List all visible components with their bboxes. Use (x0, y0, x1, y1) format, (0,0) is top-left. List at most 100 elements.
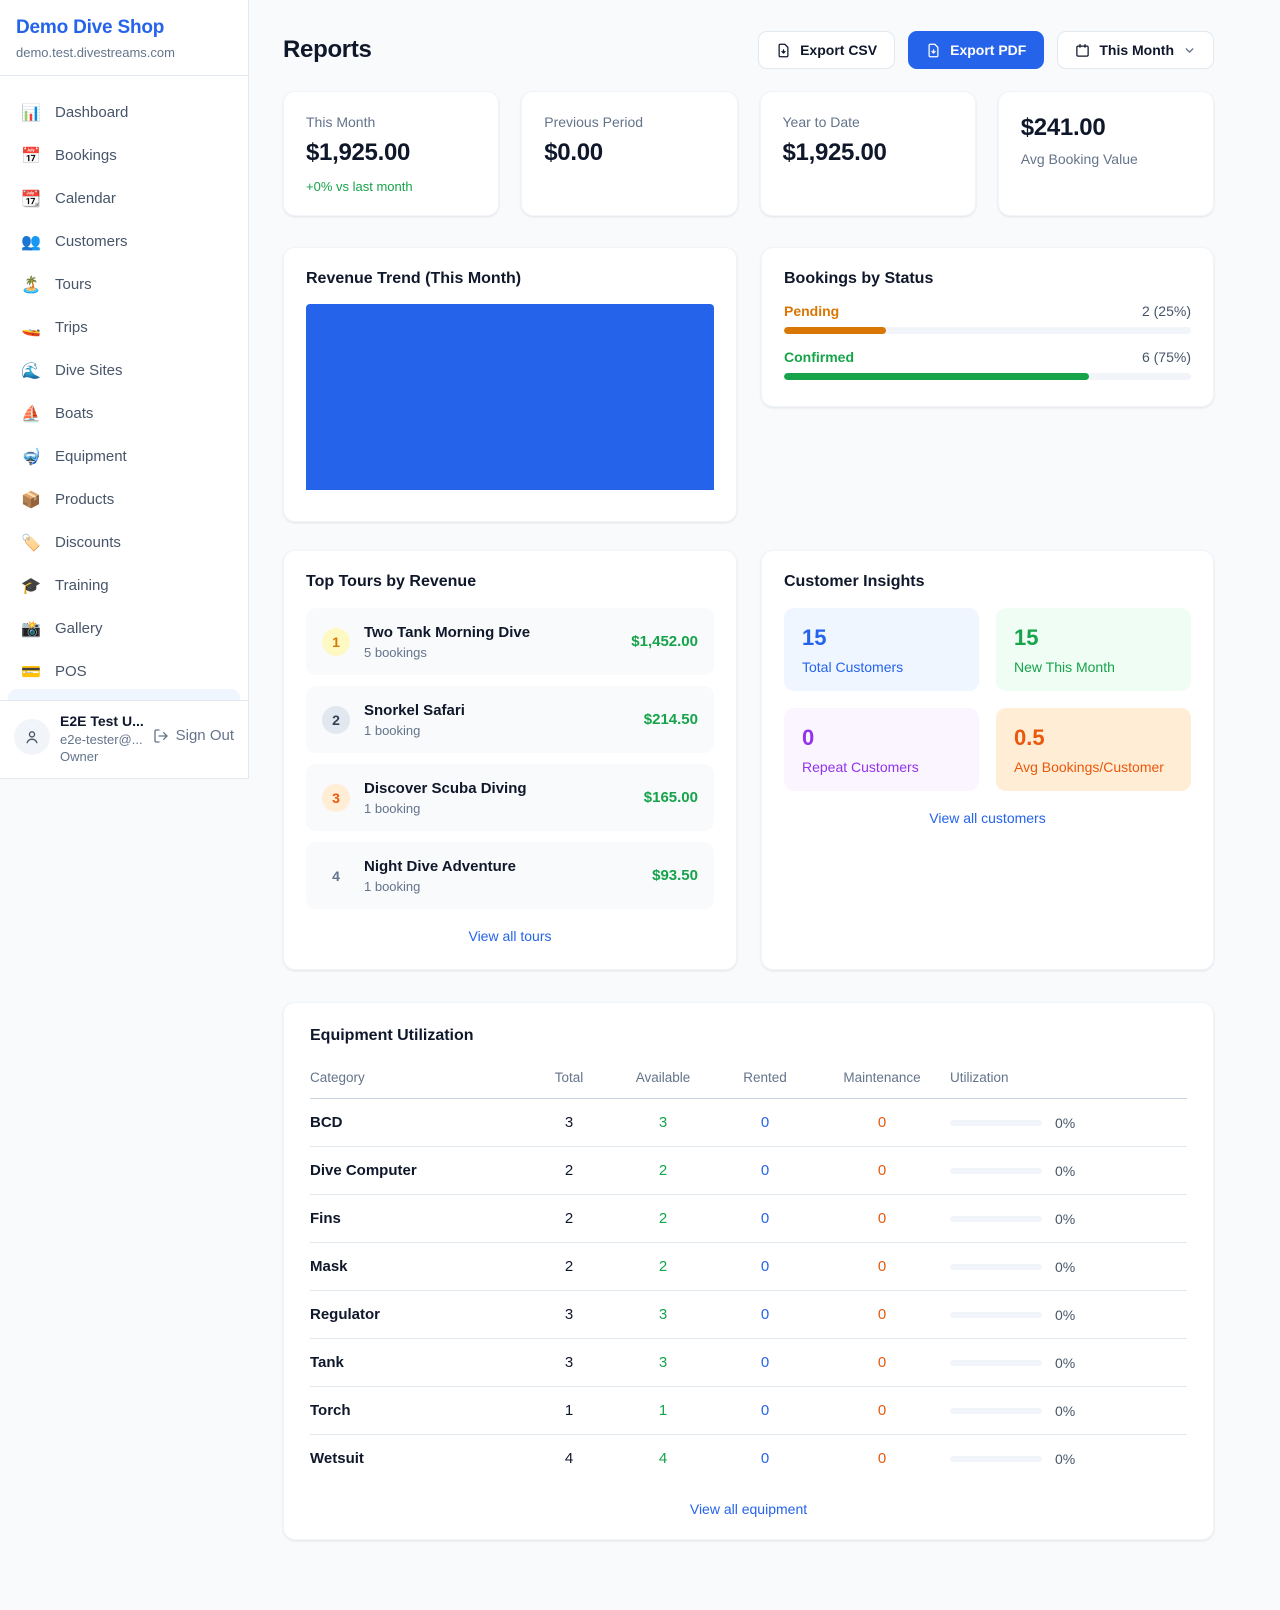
sidebar-item-products[interactable]: 📦Products (8, 478, 240, 521)
sailboat-icon: ⛵ (20, 404, 42, 424)
user-email: e2e-tester@... (60, 732, 143, 747)
sidebar-item-training[interactable]: 🎓Training (8, 564, 240, 607)
stat-value: $241.00 (1021, 114, 1191, 142)
insight-label: New This Month (1014, 659, 1173, 675)
stat-card: Previous Period$0.00 (521, 91, 737, 216)
cell-available: 2 (610, 1243, 716, 1291)
stats-row: This Month$1,925.00+0% vs last monthPrev… (283, 91, 1214, 216)
tour-amount: $165.00 (644, 789, 698, 806)
status-progress-track (784, 327, 1191, 334)
status-count: 6 (75%) (1142, 349, 1191, 365)
table-row: BCD33000% (310, 1099, 1187, 1147)
user-section: E2E Test U... e2e-tester@... Owner Sign … (0, 700, 248, 778)
cell-utilization: 0% (950, 1435, 1187, 1483)
utilization-bar-track (950, 1360, 1042, 1366)
sidebar-item-gallery[interactable]: 📸 Gallery (8, 607, 240, 650)
status-row: Pending2 (25%) (784, 303, 1191, 334)
table-row: Regulator33000% (310, 1291, 1187, 1339)
utilization-bar-track (950, 1312, 1042, 1318)
insight-tile: 0Repeat Customers (784, 708, 979, 791)
sidebar-item-label: Gallery (55, 620, 103, 637)
cell-total: 2 (528, 1195, 610, 1243)
calendar-icon (1075, 43, 1090, 58)
sidebar-item-label: Products (55, 491, 114, 508)
cell-maintenance: 0 (814, 1147, 950, 1195)
rank-badge: 2 (322, 706, 350, 734)
sidebar-item-label: Customers (55, 233, 128, 250)
sidebar-item-tours[interactable]: 🏝️Tours (8, 263, 240, 306)
sign-out-button[interactable]: Sign Out (153, 727, 234, 744)
credit-card-icon: 💳 (20, 662, 42, 682)
graduation-cap-icon: 🎓 (20, 576, 42, 596)
insight-grid: 15Total Customers15New This Month0Repeat… (784, 608, 1191, 791)
sign-out-label: Sign Out (176, 727, 234, 744)
cell-utilization: 0% (950, 1339, 1187, 1387)
view-all-tours-link[interactable]: View all tours (306, 928, 714, 944)
tour-amount: $214.50 (644, 711, 698, 728)
calendar-date-icon: 📅 (20, 146, 42, 166)
cell-maintenance: 0 (814, 1435, 950, 1483)
sidebar-item-active-partial[interactable] (8, 689, 240, 700)
sidebar-item-pos[interactable]: 💳POS (8, 650, 240, 689)
cell-total: 3 (528, 1099, 610, 1147)
user-name: E2E Test U... (60, 713, 143, 729)
view-all-equipment-link[interactable]: View all equipment (310, 1501, 1187, 1517)
cell-available: 3 (610, 1339, 716, 1387)
sidebar-item-boats[interactable]: ⛵Boats (8, 392, 240, 435)
user-role: Owner (60, 749, 143, 764)
sidebar-item-customers[interactable]: 👥Customers (8, 220, 240, 263)
tear-off-calendar-icon: 📆 (20, 189, 42, 209)
period-dropdown[interactable]: This Month (1057, 31, 1214, 69)
diving-mask-icon: 🤿 (20, 447, 42, 467)
tour-list-item: 4Night Dive Adventure1 booking$93.50 (306, 842, 714, 909)
cell-utilization: 0% (950, 1195, 1187, 1243)
table-row: Mask22000% (310, 1243, 1187, 1291)
export-csv-button[interactable]: Export CSV (758, 31, 895, 69)
stat-label: Avg Booking Value (1021, 151, 1191, 167)
cell-utilization: 0% (950, 1147, 1187, 1195)
tour-list-item: 3Discover Scuba Diving1 booking$165.00 (306, 764, 714, 831)
sidebar-item-bookings[interactable]: 📅Bookings (8, 134, 240, 177)
cell-rented: 0 (716, 1435, 814, 1483)
brand-name[interactable]: Demo Dive Shop (16, 17, 232, 39)
utilization-percent: 0% (1055, 1163, 1075, 1179)
column-header: Total (528, 1061, 610, 1099)
utilization-bar-track (950, 1168, 1042, 1174)
sidebar-item-discounts[interactable]: 🏷️Discounts (8, 521, 240, 564)
stat-value: $1,925.00 (783, 139, 953, 167)
tour-name: Discover Scuba Diving (364, 780, 630, 797)
customer-insights-title: Customer Insights (784, 573, 1191, 591)
cell-rented: 0 (716, 1099, 814, 1147)
sidebar-item-label: Trips (55, 319, 88, 336)
sidebar-item-equipment[interactable]: 🤿Equipment (8, 435, 240, 478)
main-content: Reports Export CSV Export PDF This Month (249, 0, 1280, 1540)
sidebar-item-label: Calendar (55, 190, 116, 207)
table-row: Tank33000% (310, 1339, 1187, 1387)
revenue-bar (306, 304, 714, 490)
insight-value: 15 (1014, 625, 1173, 651)
insight-value: 15 (802, 625, 961, 651)
tour-bookings: 5 bookings (364, 645, 617, 660)
view-all-customers-link[interactable]: View all customers (784, 810, 1191, 826)
cell-category: Mask (310, 1243, 528, 1291)
insight-label: Repeat Customers (802, 759, 961, 775)
cell-maintenance: 0 (814, 1291, 950, 1339)
utilization-percent: 0% (1055, 1355, 1075, 1371)
cell-total: 2 (528, 1147, 610, 1195)
table-row: Wetsuit44000% (310, 1435, 1187, 1483)
brand-subdomain: demo.test.divestreams.com (16, 45, 232, 60)
camera-icon: 📸 (20, 619, 42, 639)
export-pdf-button[interactable]: Export PDF (908, 31, 1044, 69)
sidebar-item-dive-sites[interactable]: 🌊Dive Sites (8, 349, 240, 392)
sidebar-brand: Demo Dive Shop demo.test.divestreams.com (0, 0, 248, 76)
sidebar-item-dashboard[interactable]: 📊Dashboard (8, 91, 240, 134)
sidebar-item-trips[interactable]: 🚤Trips (8, 306, 240, 349)
sidebar-item-label: Discounts (55, 534, 121, 551)
cell-available: 3 (610, 1099, 716, 1147)
table-row: Dive Computer22000% (310, 1147, 1187, 1195)
table-row: Torch11000% (310, 1387, 1187, 1435)
stat-card: $241.00 Avg Booking Value (998, 91, 1214, 216)
tour-bookings: 1 booking (364, 723, 630, 738)
sidebar-item-calendar[interactable]: 📆 Calendar (8, 177, 240, 220)
utilization-percent: 0% (1055, 1451, 1075, 1467)
